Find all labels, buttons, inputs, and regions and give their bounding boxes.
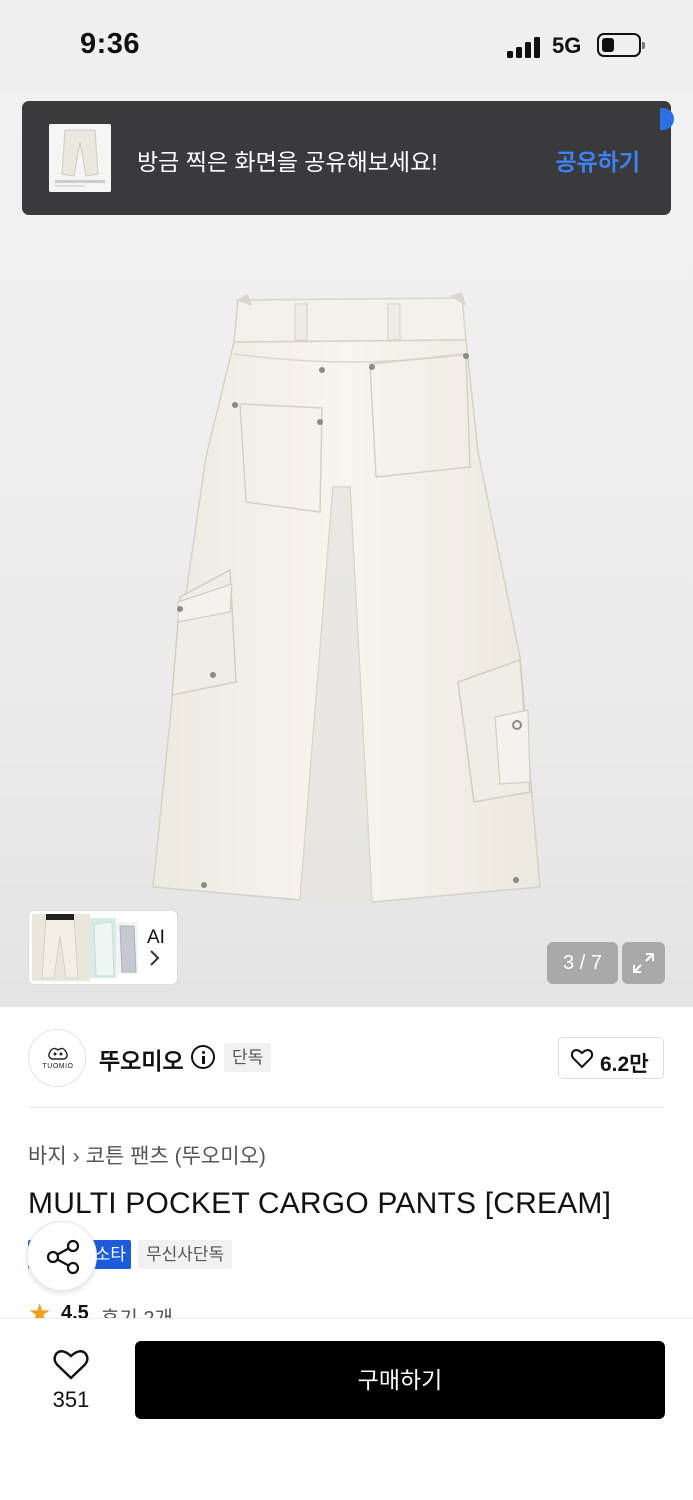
breadcrumb-category[interactable]: 바지 [28,1145,67,1168]
share-toast: 방금 찍은 화면을 공유해보세요! 공유하기 [22,101,671,215]
tag-badge: 무신사단독 [138,1240,233,1269]
brand-like-count: 6.2만 [600,1053,649,1076]
heart-icon [570,1049,594,1069]
brand-like-button[interactable]: 6.2만 [558,1037,664,1079]
brand-name[interactable]: 뚜오미오 [99,1042,184,1076]
breadcrumb: 바지 › 코튼 팬츠 (뚜오미오) [28,1140,266,1170]
ai-style-thumbnails [32,914,138,981]
battery-icon [597,33,645,57]
rating-score: 4.5 [61,1302,89,1318]
rating-row[interactable]: ★ 4.5 후기 2개 [28,1298,328,1318]
divider [28,1107,665,1108]
brand-logo-text: TUOMIO [42,1063,74,1070]
heart-icon[interactable] [52,1347,90,1381]
chevron-right-icon [149,949,161,973]
share-button[interactable] [27,1221,97,1291]
status-bar: 9:36 5G [0,0,693,92]
product-image [152,292,541,903]
ai-label: AI [147,927,165,948]
brand-logo[interactable]: TUOMIO [28,1029,86,1087]
toast-message: 방금 찍은 화면을 공유해보세요! [137,149,438,175]
breadcrumb-subcategory[interactable]: 코튼 팬츠 (뚜오미오) [86,1145,266,1168]
screenshot-thumbnail[interactable] [49,124,111,192]
expand-icon[interactable] [622,942,665,984]
wish-count: 351 [52,1387,90,1412]
exclusive-badge: 단독 [224,1043,272,1072]
image-counter: 3 / 7 [547,942,618,984]
brand-row: TUOMIO 뚜오미오 단독 6.2만 [0,1008,693,1108]
signal-icon [507,36,543,58]
review-count: 후기 2개 [101,1302,173,1318]
ai-style-button[interactable]: AI [28,910,178,985]
toast-share-button[interactable]: 공유하기 [555,143,640,177]
chevron-right-icon: › [72,1145,80,1168]
network-label: 5G [552,33,582,58]
product-title: MULTI POCKET CARGO PANTS [CREAM] [28,1187,612,1220]
bottom-bar: 351 구매하기 [0,1318,693,1500]
product-image-gallery[interactable] [0,92,693,1007]
star-icon: ★ [28,1298,52,1318]
buy-button[interactable]: 구매하기 [135,1341,665,1419]
share-icon [46,1239,80,1275]
status-time: 9:36 [80,28,141,60]
info-icon[interactable] [191,1045,215,1069]
